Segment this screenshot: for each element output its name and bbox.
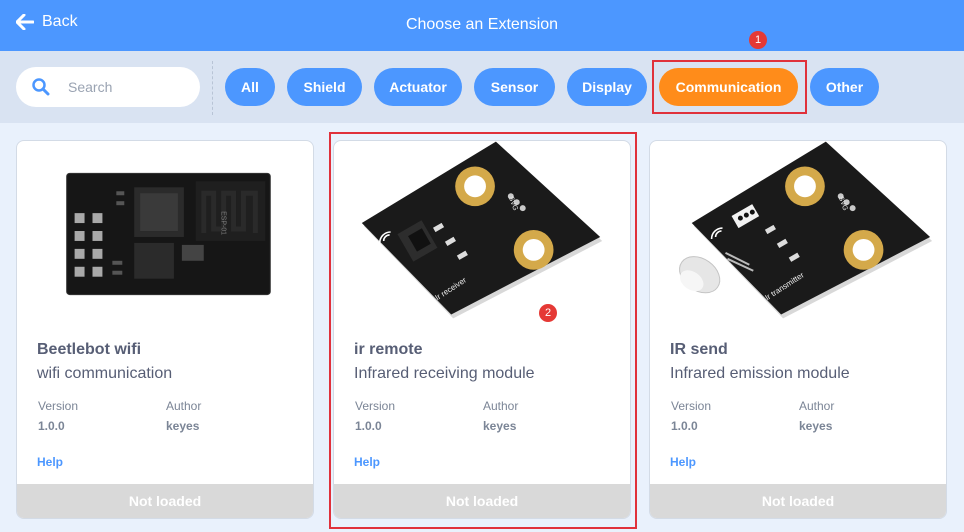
extension-card-beetlebot-wifi[interactable]: ESP-01 Beetlebot wifi wifi communication… — [16, 140, 314, 519]
extension-description: wifi communication — [37, 365, 173, 382]
version-value: 1.0.0 — [671, 419, 698, 433]
version-label: Version — [671, 399, 712, 413]
extension-card-ir-send[interactable]: SVG Ir transmitter IR send Infrared emis… — [649, 140, 947, 519]
author-label: Author — [799, 399, 835, 413]
page-title: Choose an Extension — [405, 16, 559, 33]
highlight-box-ir-remote — [329, 132, 637, 529]
search-input[interactable] — [68, 79, 188, 95]
step-badge-1: 1 — [749, 31, 767, 49]
tag-all[interactable]: All — [225, 68, 275, 106]
help-link[interactable]: Help — [37, 455, 63, 469]
load-status: Not loaded — [17, 484, 313, 518]
filter-divider — [212, 61, 213, 115]
extension-name: IR send — [670, 341, 728, 358]
tag-sensor[interactable]: Sensor — [474, 68, 555, 106]
tag-display[interactable]: Display — [567, 68, 647, 106]
help-link[interactable]: Help — [670, 455, 696, 469]
version-value: 1.0.0 — [38, 419, 65, 433]
filter-bar: All Shield Actuator Sensor Display Commu… — [0, 51, 964, 123]
ir-transmitter-module-image: SVG Ir transmitter — [679, 141, 933, 319]
step-badge-2: 2 — [539, 304, 557, 322]
extension-name: Beetlebot wifi — [37, 341, 142, 358]
tag-shield[interactable]: Shield — [287, 68, 362, 106]
tag-actuator[interactable]: Actuator — [374, 68, 462, 106]
tag-other[interactable]: Other — [810, 68, 879, 106]
author-value: keyes — [166, 419, 200, 433]
search-icon — [32, 78, 50, 96]
extension-description: Infrared emission module — [670, 365, 850, 382]
version-label: Version — [38, 399, 79, 413]
load-status: Not loaded — [650, 484, 946, 518]
esp01-label: ESP-01 — [220, 211, 227, 235]
esp01-module-image: ESP-01 — [66, 172, 271, 296]
header-bar: Back Choose an Extension — [0, 0, 964, 51]
highlight-box-communication — [652, 60, 807, 114]
author-label: Author — [166, 399, 202, 413]
search-box[interactable] — [16, 67, 200, 107]
author-value: keyes — [799, 419, 833, 433]
